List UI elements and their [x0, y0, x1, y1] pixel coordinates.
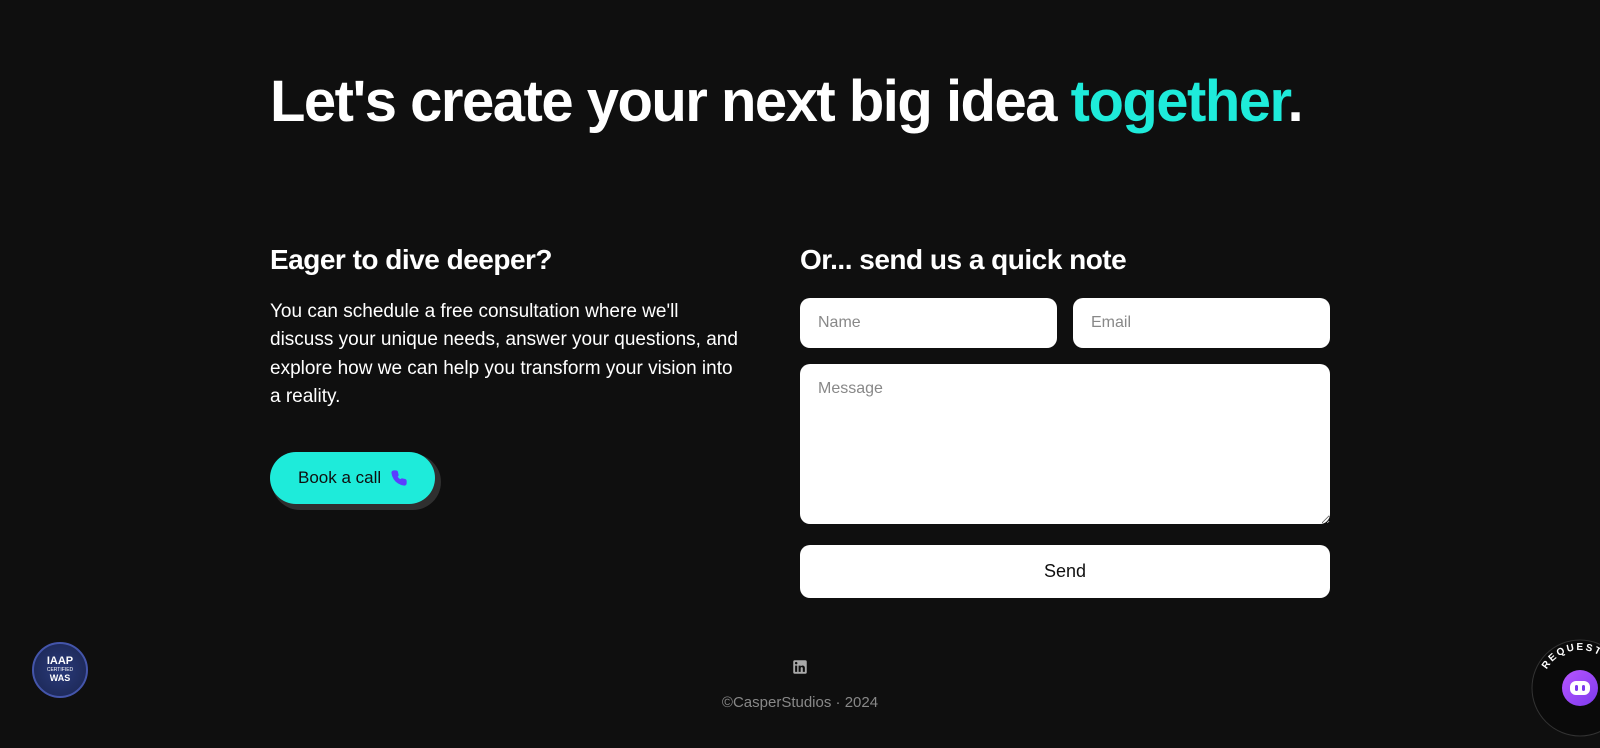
iaap-badge[interactable]: IAAP CERTIFIED WAS [32, 642, 88, 698]
name-input[interactable] [800, 298, 1057, 348]
phone-icon [391, 470, 407, 486]
message-textarea[interactable] [800, 364, 1330, 524]
request-form-widget[interactable]: REQUEST FORM [1530, 638, 1600, 738]
headline-suffix: . [1287, 69, 1302, 134]
chatbot-icon [1562, 670, 1598, 706]
page-headline: Let's create your next big idea together… [270, 70, 1330, 134]
contact-form-section: Or... send us a quick note Send [800, 244, 1330, 598]
copyright-text: ©CasperStudios · 2024 [270, 694, 1330, 711]
email-input[interactable] [1073, 298, 1330, 348]
contact-form-heading: Or... send us a quick note [800, 244, 1330, 276]
headline-accent: together [1071, 69, 1288, 134]
book-call-button[interactable]: Book a call [270, 452, 435, 504]
linkedin-icon[interactable] [791, 658, 809, 676]
consultation-section: Eager to dive deeper? You can schedule a… [270, 244, 740, 598]
iaap-badge-line1: IAAP [47, 656, 73, 667]
headline-prefix: Let's create your next big idea [270, 69, 1071, 134]
footer: ©CasperStudios · 2024 [270, 658, 1330, 711]
send-button[interactable]: Send [800, 545, 1330, 598]
book-call-label: Book a call [298, 468, 381, 488]
iaap-badge-line3: WAS [50, 673, 71, 684]
consultation-description: You can schedule a free consultation whe… [270, 298, 740, 412]
consultation-heading: Eager to dive deeper? [270, 244, 740, 276]
